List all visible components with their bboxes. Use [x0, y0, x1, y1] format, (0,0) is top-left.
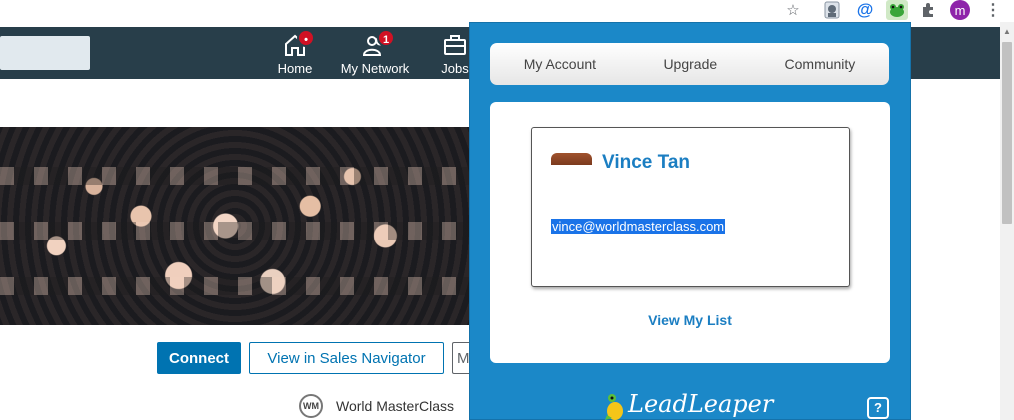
sales-navigator-button[interactable]: View in Sales Navigator [249, 342, 444, 374]
nav-home-label: Home [277, 61, 313, 76]
nav-my-network-label: My Network [340, 61, 410, 76]
nav-my-network[interactable]: 1 My Network [335, 29, 415, 77]
frog-logo-icon [605, 394, 623, 420]
contact-panel: Vince Tan vince@worldmasterclass.com Vie… [490, 102, 890, 363]
search-input[interactable] [0, 36, 90, 70]
briefcase-icon [444, 35, 466, 55]
puzzle-icon[interactable] [918, 0, 938, 20]
browser-toolbar: ☆ @ m ⋮ [0, 0, 1014, 22]
scroll-up-arrow[interactable]: ▲ [1000, 27, 1014, 39]
network-badge: 1 [377, 29, 395, 47]
company-logo[interactable]: WM [299, 394, 323, 418]
scroll-thumb[interactable] [1002, 42, 1012, 224]
browser-menu-icon[interactable]: ⋮ [984, 0, 1002, 20]
profile-avatar[interactable]: m [950, 0, 970, 20]
company-name[interactable]: World MasterClass [336, 398, 454, 414]
tab-upgrade[interactable]: Upgrade [655, 56, 725, 72]
bookmark-star-icon[interactable]: ☆ [784, 0, 802, 20]
home-notification-dot: • [297, 29, 315, 47]
brand-name: LeadLeaper [628, 390, 774, 418]
contact-photo [551, 153, 592, 165]
more-button[interactable]: M [452, 342, 470, 374]
help-button[interactable]: ? [867, 397, 889, 419]
leadleaper-popup: My Account Upgrade Community Vince Tan v… [469, 22, 911, 420]
contact-card: Vince Tan vince@worldmasterclass.com [531, 127, 850, 287]
at-extension-icon[interactable]: @ [856, 0, 874, 20]
profile-banner-image [0, 127, 470, 325]
leadleaper-frog-icon[interactable] [886, 0, 908, 20]
view-my-list-link[interactable]: View My List [490, 312, 890, 328]
page-scrollbar[interactable]: ▲ [1000, 22, 1014, 420]
tab-my-account[interactable]: My Account [516, 56, 604, 72]
leadleaper-logo: LeadLeaper [604, 387, 773, 420]
contact-name[interactable]: Vince Tan [602, 152, 690, 174]
contact-email[interactable]: vince@worldmasterclass.com [551, 219, 726, 234]
ghost-extension-icon[interactable] [822, 0, 842, 20]
leadleaper-tabs: My Account Upgrade Community [490, 43, 889, 85]
connect-button[interactable]: Connect [157, 342, 241, 374]
tab-community[interactable]: Community [777, 56, 864, 72]
nav-home[interactable]: • Home [255, 29, 335, 77]
